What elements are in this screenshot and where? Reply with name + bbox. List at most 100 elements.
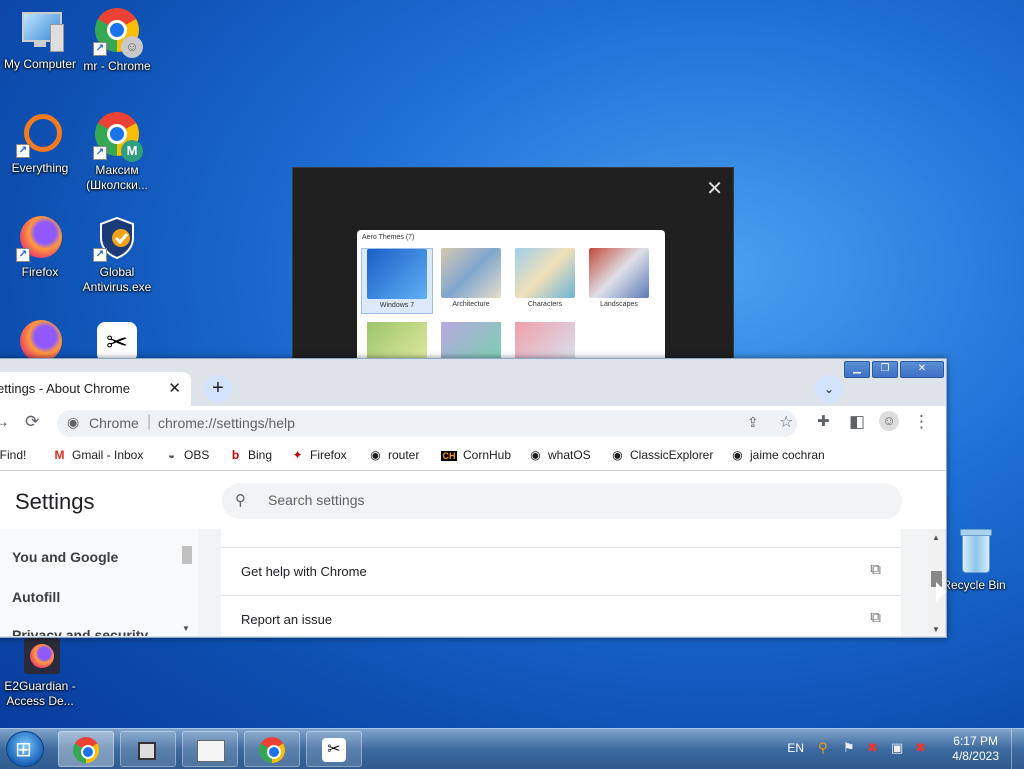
search-tray-icon[interactable]: ⚲ <box>818 740 828 756</box>
tab-search-button[interactable]: ⌄ <box>815 375 843 403</box>
minimize-button[interactable]: ▁ <box>844 361 870 378</box>
theme-landscapes[interactable]: Landscapes <box>583 248 655 314</box>
get-help-row[interactable]: Get help with Chrome ⧉ <box>221 547 901 595</box>
desktop-icon-mr-chrome[interactable]: ↗ ☺ mr - Chrome <box>77 6 157 74</box>
globe-icon: ◉ <box>732 448 743 462</box>
theme-architecture[interactable]: Architecture <box>435 248 507 314</box>
bookmark-firefox[interactable]: ✦ Firefox <box>291 448 346 462</box>
bookmark-star-icon[interactable]: ☆ <box>779 412 793 432</box>
chrome-site-icon: ◉ <box>67 414 80 430</box>
profile-avatar-icon[interactable]: ☺ <box>879 411 899 431</box>
theme-label: Architecture <box>452 301 490 308</box>
bookmark-gmail[interactable]: M Gmail - Inbox <box>53 448 144 462</box>
taskbar-control-panel[interactable] <box>182 731 238 767</box>
desktop-icon-firefox[interactable]: ↗ Firefox <box>0 214 80 280</box>
recycle-bin-icon <box>950 527 998 575</box>
clock[interactable]: 6:17 PM 4/8/2023 <box>952 734 999 764</box>
settings-sidebar: You and Google Autofill Privacy and secu… <box>0 529 198 636</box>
shortcut-arrow-icon: ↗ <box>16 248 30 262</box>
start-button[interactable] <box>6 731 44 767</box>
bookmark-jaime-cochran[interactable]: ◉ jaime cochran <box>731 448 824 462</box>
extensions-icon[interactable]: ✚ <box>817 412 830 430</box>
omnibox-separator: | <box>147 413 152 430</box>
report-issue-row[interactable]: Report an issue ⧉ <box>221 595 901 643</box>
capcut-icon: ✂ <box>322 738 346 762</box>
sidebar-item-autofill[interactable]: Autofill <box>12 589 60 605</box>
theme-thumbnail <box>367 249 427 299</box>
reload-button[interactable]: ⟳ <box>25 412 39 432</box>
window-controls: ▁ ❐ ✕ <box>844 361 944 378</box>
external-link-icon: ⧉ <box>870 561 881 578</box>
language-indicator[interactable]: EN <box>787 741 804 755</box>
bookmark-obs[interactable]: ◒ OBS <box>165 448 209 462</box>
scroll-up-icon[interactable]: ▲ <box>932 533 940 542</box>
menu-icon[interactable]: ⋮ <box>913 412 930 432</box>
search-input[interactable] <box>266 491 870 509</box>
close-button[interactable]: ✕ <box>900 361 944 378</box>
theme-label: Characters <box>527 301 563 308</box>
sidebar-scroll-thumb[interactable] <box>182 546 192 564</box>
network-icon[interactable]: ✖ <box>867 740 878 756</box>
desktop-icon-maksim-chrome[interactable]: ↗ M Максим (Школски... <box>77 110 157 193</box>
row-label: Report an issue <box>241 612 333 627</box>
search-icon: ⚲ <box>235 492 246 509</box>
theme-thumbnail <box>515 322 575 362</box>
themes-title: Aero Themes (7) <box>362 234 415 241</box>
theme-windows-7[interactable]: Windows 7 <box>361 248 433 314</box>
volume-muted-icon[interactable]: ✖ <box>915 740 926 756</box>
url-text: chrome://settings/help <box>158 415 295 431</box>
taskbar-chrome[interactable] <box>58 731 114 767</box>
theme-thumbnail <box>441 322 501 362</box>
theme-characters[interactable]: Characters <box>509 248 581 314</box>
side-panel-icon[interactable]: ◧ <box>849 412 865 432</box>
theme-label: Windows 7 <box>379 302 415 309</box>
globe-icon: ◉ <box>612 448 623 462</box>
taskbar-chrome-profile[interactable] <box>244 731 300 767</box>
desktop-icon-label: Максим (Школски... <box>86 163 148 192</box>
bookmark-whatos[interactable]: ◉ whatOS <box>529 448 590 462</box>
sidebar-scrollbar[interactable]: ▼ <box>181 541 193 633</box>
dialog-close-button[interactable]: ✕ <box>706 176 723 201</box>
tab-close-button[interactable]: ✕ <box>168 379 181 397</box>
share-icon[interactable]: ⇪ <box>747 414 759 431</box>
firefox-bookmark-icon: ✦ <box>292 448 303 462</box>
display-icon[interactable]: ▣ <box>891 740 903 756</box>
bookmark-classicexplorer[interactable]: ◉ ClassicExplorer <box>611 448 713 462</box>
desktop-icon-everything[interactable]: ↗ Everything <box>0 110 80 176</box>
show-desktop-button[interactable] <box>1011 729 1024 769</box>
desktop-icon-my-computer[interactable]: My Computer <box>0 6 80 72</box>
cornhub-icon: CH <box>441 451 457 461</box>
clock-date: 4/8/2023 <box>952 749 999 763</box>
bookmark-bing[interactable]: b Bing <box>229 448 272 462</box>
address-bar[interactable]: ◉ Chrome | chrome://settings/help ⇪ ☆ <box>57 410 797 437</box>
chrome-icon: ↗ M <box>93 112 143 162</box>
computer-icon <box>16 6 64 54</box>
taskbar-task-view[interactable] <box>120 731 176 767</box>
obs-icon: ◒ <box>167 448 176 462</box>
new-tab-button[interactable]: + <box>204 375 232 403</box>
firefox-icon: ↗ <box>16 214 64 262</box>
forward-icon[interactable]: → <box>0 412 10 432</box>
shortcut-arrow-icon: ↗ <box>93 42 107 56</box>
scroll-down-icon[interactable]: ▼ <box>182 624 190 633</box>
theme-thumbnail <box>367 322 427 362</box>
sidebar-item-you-and-google[interactable]: You and Google <box>12 549 118 565</box>
browser-toolbar: → ⟳ ◉ Chrome | chrome://settings/help ⇪ … <box>0 406 946 440</box>
action-center-icon[interactable]: ⚑ <box>843 740 855 756</box>
desktop-icon-global-antivirus[interactable]: ↗ Global Antivirus.exe <box>77 214 157 295</box>
bookmark-cornhub[interactable]: CH CornHub <box>441 448 511 462</box>
maximize-button[interactable]: ❐ <box>872 361 898 378</box>
tab-settings-about-chrome[interactable]: ettings - About Chrome ✕ <box>0 372 191 406</box>
bookmark-router[interactable]: ◉ router <box>369 448 419 462</box>
sidebar-item-privacy[interactable]: Privacy and security <box>12 627 148 636</box>
chrome-icon <box>73 737 99 763</box>
bookmark-item[interactable]: gFind! <box>0 448 26 462</box>
shortcut-arrow-icon: ↗ <box>16 144 30 158</box>
taskbar-capcut[interactable]: ✂ <box>306 731 362 767</box>
scroll-down-icon[interactable]: ▼ <box>932 625 940 634</box>
external-link-icon: ⧉ <box>870 609 881 626</box>
theme-thumbnail <box>441 248 501 298</box>
settings-search-box[interactable]: ⚲ <box>222 483 902 519</box>
desktop-icon-e2guardian[interactable]: E2Guardian - Access De... <box>0 636 80 709</box>
everything-icon: ↗ <box>16 110 64 158</box>
